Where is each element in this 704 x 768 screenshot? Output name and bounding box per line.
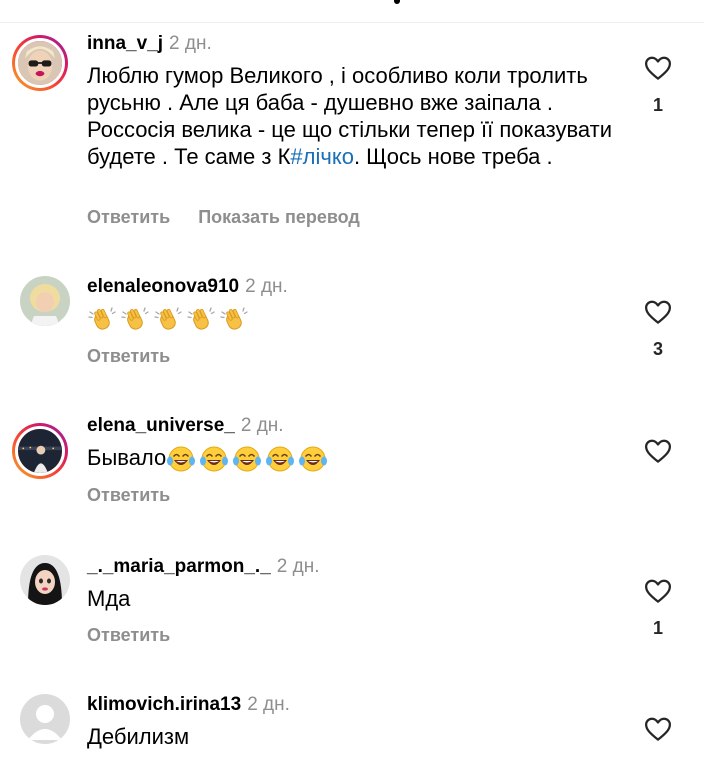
- clapping-hands-icon: [186, 306, 216, 334]
- timestamp: 2 дн.: [276, 556, 320, 577]
- woman-blonde-avatar-icon: [20, 276, 70, 326]
- comment-header: inna_v_j 2 дн.: [87, 33, 212, 55]
- tears-of-joy-icon: [298, 445, 328, 473]
- comment-actions: Ответить Показать перевод: [87, 207, 360, 228]
- username[interactable]: klimovich.irina13: [87, 694, 241, 715]
- handle-indicator: [394, 0, 400, 4]
- timestamp: 2 дн.: [245, 276, 288, 297]
- username[interactable]: elena_universe_: [87, 415, 235, 436]
- avatar[interactable]: [12, 35, 68, 91]
- username[interactable]: inna_v_j: [87, 33, 163, 54]
- comment-text-part: Бывало: [87, 445, 167, 470]
- reply-button[interactable]: Ответить: [87, 625, 170, 645]
- like-count: 1: [652, 95, 663, 115]
- heart-outline-icon: [645, 579, 671, 603]
- like-count: 1: [652, 618, 663, 638]
- like-button[interactable]: [643, 714, 673, 744]
- cartoon-girl-avatar-icon: [20, 555, 70, 605]
- comment-text: Бывало: [87, 444, 627, 473]
- avatar[interactable]: [20, 555, 70, 605]
- like-count: 3: [652, 339, 663, 359]
- clapping-hands-icon: [87, 306, 117, 334]
- timestamp: 2 дн.: [240, 415, 284, 436]
- heart-outline-icon: [645, 300, 671, 324]
- timestamp: 2 дн.: [247, 694, 290, 715]
- comment-header: elenaleonova910 2 дн.: [87, 276, 288, 298]
- heart-outline-icon: [645, 717, 671, 741]
- clapping-hands-icon: [219, 306, 249, 334]
- clapping-hands-icon: [120, 306, 150, 334]
- username[interactable]: elenaleonova910: [87, 276, 239, 297]
- clapping-hands-icon: [153, 306, 183, 334]
- comment-text-part: Дебилизм: [87, 724, 190, 749]
- avatar[interactable]: [12, 423, 68, 479]
- like-button[interactable]: [643, 297, 673, 327]
- reply-button[interactable]: Ответить: [87, 207, 170, 227]
- comment-actions: Ответить: [87, 346, 170, 367]
- like-button[interactable]: [643, 436, 673, 466]
- heart-outline-icon: [645, 56, 671, 80]
- reply-button[interactable]: Ответить: [87, 485, 170, 505]
- comment-text-part: Мда: [87, 586, 131, 611]
- comment-text: [87, 305, 627, 334]
- like-button[interactable]: [643, 576, 673, 606]
- comment-actions: Ответить: [87, 625, 170, 646]
- emoji-row: [87, 306, 249, 334]
- tears-of-joy-icon: [166, 445, 196, 473]
- comment-header: klimovich.irina13 2 дн.: [87, 694, 290, 716]
- default-user-avatar-icon: [20, 694, 70, 744]
- emoji-row: [166, 445, 328, 473]
- timestamp: 2 дн.: [169, 33, 212, 54]
- woman-sunglasses-avatar-icon: [18, 41, 62, 85]
- comment-text: Дебилизм: [87, 723, 627, 750]
- comment-header: _._maria_parmon_._ 2 дн.: [87, 556, 319, 578]
- like-button[interactable]: [643, 53, 673, 83]
- hashtag-link[interactable]: #лічко: [290, 144, 354, 169]
- top-bar: [0, 0, 704, 23]
- show-translation-button[interactable]: Показать перевод: [198, 207, 360, 227]
- tears-of-joy-icon: [232, 445, 262, 473]
- username[interactable]: _._maria_parmon_._: [87, 556, 271, 577]
- night-city-avatar-icon: [18, 429, 62, 473]
- comment-header: elena_universe_ 2 дн.: [87, 415, 284, 437]
- tears-of-joy-icon: [265, 445, 295, 473]
- comment-text: Мда: [87, 585, 627, 612]
- comment-text: Люблю гумор Великого , і особливо коли т…: [87, 62, 627, 170]
- tears-of-joy-icon: [199, 445, 229, 473]
- comment-actions: Ответить: [87, 485, 170, 506]
- reply-button[interactable]: Ответить: [87, 346, 170, 366]
- avatar[interactable]: [20, 694, 70, 744]
- avatar[interactable]: [20, 276, 70, 326]
- heart-outline-icon: [645, 439, 671, 463]
- comment-text-part: . Щось нове треба .: [353, 144, 553, 169]
